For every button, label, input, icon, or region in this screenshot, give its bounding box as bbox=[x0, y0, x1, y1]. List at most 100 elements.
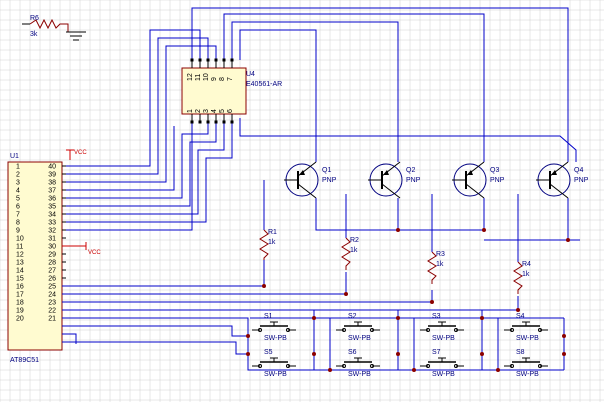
transistor-type: PNP bbox=[574, 177, 589, 184]
junction-dot bbox=[516, 308, 520, 312]
u4-display-ic: U4 E40561-AR 12 11 10 9 8 7 123456 bbox=[181, 58, 282, 124]
transistor-ref: Q4 bbox=[574, 167, 583, 174]
u4-pin-number: 12 bbox=[187, 73, 194, 81]
junction-dot bbox=[262, 284, 266, 288]
switch-ref: S4 bbox=[516, 313, 525, 320]
junction-dot bbox=[328, 368, 332, 372]
u1-right-pin-number: 27 bbox=[48, 268, 56, 275]
u1-part: AT89C51 bbox=[10, 357, 39, 364]
u4-pin-end bbox=[230, 120, 234, 124]
push-button-switch: S2 SW-PB bbox=[336, 313, 380, 342]
switch-ref: S7 bbox=[432, 349, 441, 356]
u1-left-pin-number: 14 bbox=[16, 268, 24, 275]
transistor-ref: Q1 bbox=[322, 167, 331, 174]
u1-left-pin-number: 4 bbox=[16, 188, 20, 195]
u1-right-pin-number: 40 bbox=[48, 164, 56, 171]
resistor-value: 1k bbox=[268, 239, 276, 246]
u1-left-pin-number: 20 bbox=[16, 316, 24, 323]
u1-right-pin-number: 36 bbox=[48, 196, 56, 203]
junction-dot bbox=[482, 228, 486, 232]
u1-right-pin-number: 34 bbox=[48, 212, 56, 219]
u4-pin-number: 9 bbox=[211, 77, 218, 81]
resistor-value: 1k bbox=[522, 271, 530, 278]
u4-part: E40561-AR bbox=[246, 81, 282, 88]
u1-right-pin-number: 21 bbox=[48, 316, 56, 323]
resistor-ref: R1 bbox=[268, 229, 277, 236]
switch-ref: S3 bbox=[432, 313, 441, 320]
u1-right-pin-number: 31 bbox=[48, 236, 56, 243]
resistor-ref: R4 bbox=[522, 261, 531, 268]
u1-left-pin-number: 17 bbox=[16, 292, 24, 299]
junction-dot bbox=[246, 352, 250, 356]
u1-left-pin-number: 13 bbox=[16, 260, 24, 267]
junction-dot bbox=[562, 334, 566, 338]
u1-right-pin-number: 32 bbox=[48, 228, 56, 235]
u4-pin-end bbox=[214, 58, 218, 62]
junction-dot bbox=[396, 316, 400, 320]
junction-dot bbox=[396, 352, 400, 356]
base-resistor: R41k bbox=[513, 261, 531, 294]
switch-ref: S8 bbox=[516, 349, 525, 356]
switch-part: SW-PB bbox=[264, 335, 287, 342]
switch-ref: S5 bbox=[264, 349, 273, 356]
transistor-type: PNP bbox=[322, 177, 337, 184]
u1-left-pin-number: 6 bbox=[16, 204, 20, 211]
u1-right-pin-number: 26 bbox=[48, 276, 56, 283]
push-button-switch: S1 SW-PB bbox=[252, 313, 296, 342]
u1-right-pin-number: 25 bbox=[48, 284, 56, 291]
u1-left-pin-number: 12 bbox=[16, 252, 24, 259]
u4-pin-number: 7 bbox=[227, 77, 234, 81]
base-resistor: R21k bbox=[341, 237, 359, 270]
u1-left-pin-number: 9 bbox=[16, 228, 20, 235]
r6-resistor: R6 3k bbox=[22, 15, 69, 38]
resistor-ref: R3 bbox=[436, 251, 445, 258]
push-button-switch: S6 SW-PB bbox=[336, 349, 380, 378]
junction-dot bbox=[562, 352, 566, 356]
vcc-symbol-ea: VCC bbox=[62, 242, 101, 256]
u1-mcu: U1 AT89C51 12345678910111213141516171819… bbox=[7, 153, 66, 364]
u1-left-pin-number: 15 bbox=[16, 276, 24, 283]
u4-pin-end bbox=[222, 120, 226, 124]
u1-right-pin-number: 35 bbox=[48, 204, 56, 211]
u1-left-pin-number: 7 bbox=[16, 212, 20, 219]
u4-pin-end bbox=[214, 120, 218, 124]
push-button-switch: S7 SW-PB bbox=[420, 349, 464, 378]
u1-right-pin-number: 33 bbox=[48, 220, 56, 227]
u4-pin-number: 6 bbox=[227, 109, 234, 113]
junction-dot bbox=[496, 368, 500, 372]
u4-pin-end bbox=[206, 58, 210, 62]
junction-dot bbox=[396, 228, 400, 232]
u1-left-pin-number: 3 bbox=[16, 180, 20, 187]
u1-right-pin-number: 29 bbox=[48, 252, 56, 259]
display-wires bbox=[62, 7, 577, 231]
switch-ref: S6 bbox=[348, 349, 357, 356]
ground-symbol bbox=[66, 31, 86, 41]
r6-ref: R6 bbox=[30, 15, 39, 22]
u4-pin-end bbox=[198, 58, 202, 62]
u1-right-pin-number: 39 bbox=[48, 172, 56, 179]
u4-pin-number: 8 bbox=[219, 77, 226, 81]
u1-left-pin-number: 1 bbox=[16, 164, 20, 171]
junction-dot bbox=[430, 300, 434, 304]
push-button-switch: S3 SW-PB bbox=[420, 313, 464, 342]
u4-pin-number: 1 bbox=[187, 109, 194, 113]
u1-right-pin-number: 38 bbox=[48, 180, 56, 187]
vcc-label-ea: VCC bbox=[88, 250, 101, 256]
u4-pin-number: 4 bbox=[211, 109, 218, 113]
u1-left-pin-number: 11 bbox=[16, 244, 23, 251]
junction-dot bbox=[566, 238, 570, 242]
u4-pin-number: 3 bbox=[203, 109, 210, 113]
r6-value: 3k bbox=[30, 31, 38, 38]
transistor-ref: Q2 bbox=[406, 167, 415, 174]
junction-dot bbox=[480, 316, 484, 320]
u4-pin-end bbox=[222, 58, 226, 62]
u1-left-pin-number: 19 bbox=[16, 308, 24, 315]
junction-dot bbox=[480, 352, 484, 356]
u1-ref: U1 bbox=[10, 153, 19, 160]
transistor-type: PNP bbox=[406, 177, 421, 184]
transistor-type: PNP bbox=[490, 177, 505, 184]
u4-pin-number: 11 bbox=[195, 74, 202, 81]
switch-ref: S2 bbox=[348, 313, 357, 320]
vcc-symbol-top: VCC bbox=[66, 149, 87, 160]
u4-pin-end bbox=[206, 120, 210, 124]
